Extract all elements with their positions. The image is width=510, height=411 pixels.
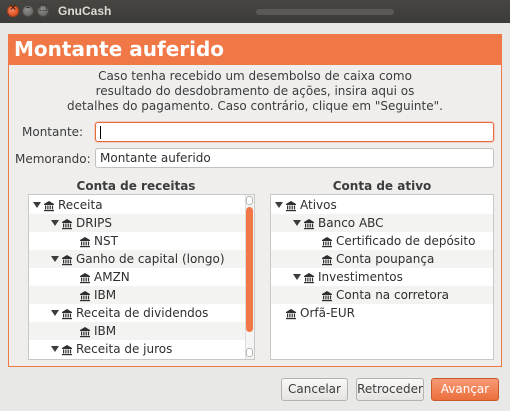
tree-row-label: DRIPS bbox=[76, 216, 112, 230]
tree-row[interactable]: Conta na corretora bbox=[271, 286, 493, 304]
bank-account-icon bbox=[61, 217, 73, 230]
bank-account-icon bbox=[285, 199, 297, 212]
tree-row[interactable]: Receita de dividendos bbox=[29, 304, 254, 322]
tree-row[interactable]: Ativos bbox=[271, 196, 493, 214]
expander-down-icon[interactable] bbox=[293, 274, 301, 280]
bank-account-icon bbox=[61, 253, 73, 266]
page-description: Caso tenha recebido um desembolso de cai… bbox=[0, 69, 510, 114]
next-button[interactable]: Avançar bbox=[431, 378, 499, 401]
gnucash-window: × – □ GnuCash Montante auferido Caso ten… bbox=[0, 0, 510, 411]
tree-row[interactable]: Ganho de capital (longo) bbox=[29, 250, 254, 268]
tree-row[interactable]: Receita bbox=[29, 196, 254, 214]
tree-row[interactable]: Receita de juros bbox=[29, 340, 254, 358]
tree-row[interactable]: NST bbox=[29, 232, 254, 250]
income-tree-scrollbar[interactable] bbox=[245, 195, 254, 359]
page-title: Montante auferido bbox=[14, 37, 225, 61]
tree-row-label: Receita de juros bbox=[76, 342, 173, 356]
expander-down-icon[interactable] bbox=[51, 220, 59, 226]
bank-account-icon bbox=[79, 325, 91, 338]
maximize-window-button[interactable]: □ bbox=[37, 3, 49, 17]
window-titlebar[interactable]: × – □ GnuCash bbox=[0, 0, 510, 23]
tree-row[interactable]: AMZN bbox=[29, 268, 254, 286]
scroll-down-button[interactable] bbox=[246, 348, 253, 357]
bank-account-icon bbox=[79, 235, 91, 248]
bank-account-icon bbox=[303, 217, 315, 230]
tree-row-label: Receita bbox=[58, 198, 103, 212]
bank-account-icon bbox=[321, 235, 333, 248]
minimize-icon: – bbox=[25, 3, 31, 13]
tree-row[interactable]: DRIPS bbox=[29, 214, 254, 232]
bank-account-icon bbox=[79, 271, 91, 284]
tree-row-label: IBM bbox=[94, 288, 117, 302]
expander-down-icon[interactable] bbox=[275, 202, 283, 208]
cancel-button[interactable]: Cancelar bbox=[281, 378, 348, 401]
asset-account-tree[interactable]: Ativos Banco ABC Certificado de depósito Co… bbox=[270, 194, 494, 360]
amount-input[interactable] bbox=[95, 122, 494, 142]
tree-row-label: Ativos bbox=[300, 198, 337, 212]
bank-account-icon bbox=[61, 343, 73, 356]
memo-label: Memorando: bbox=[15, 152, 91, 166]
expander-down-icon[interactable] bbox=[293, 220, 301, 226]
tree-row-label: Investimentos bbox=[318, 270, 403, 284]
tree-row[interactable]: Investimentos bbox=[271, 268, 493, 286]
tree-row[interactable]: IBM bbox=[29, 322, 254, 340]
asset-tree-header: Conta de ativo bbox=[332, 179, 432, 193]
tree-row[interactable]: Conta poupança bbox=[271, 250, 493, 268]
memo-input[interactable]: Montante auferido bbox=[95, 148, 494, 168]
minimize-window-button[interactable]: – bbox=[22, 3, 34, 17]
bank-account-icon bbox=[285, 307, 297, 320]
tree-row[interactable]: IBM bbox=[29, 286, 254, 304]
bank-account-icon bbox=[321, 253, 333, 266]
tree-row[interactable]: Banco ABC bbox=[271, 214, 493, 232]
expander-down-icon[interactable] bbox=[33, 202, 41, 208]
amount-label: Montante: bbox=[22, 125, 84, 139]
tree-row-label: Orfã-EUR bbox=[300, 306, 355, 320]
bank-account-icon bbox=[61, 307, 73, 320]
income-tree-header: Conta de receitas bbox=[76, 179, 196, 193]
description-line: resultado do desdobramento de ações, ins… bbox=[95, 84, 415, 98]
bank-account-icon bbox=[43, 199, 55, 212]
maximize-icon: □ bbox=[38, 3, 48, 13]
memo-value: Montante auferido bbox=[100, 151, 211, 165]
tree-row-label: Conta poupança bbox=[336, 252, 435, 266]
text-caret bbox=[100, 126, 101, 139]
blurred-title-region bbox=[256, 9, 394, 15]
close-window-button[interactable]: × bbox=[7, 3, 19, 17]
tree-row-label: AMZN bbox=[94, 270, 130, 284]
tree-row-label: Receita de dividendos bbox=[76, 306, 209, 320]
tree-row-label: Certificado de depósito bbox=[336, 234, 476, 248]
scrollbar-thumb[interactable] bbox=[246, 207, 253, 332]
tree-row-label: Conta na corretora bbox=[336, 288, 450, 302]
expander-down-icon[interactable] bbox=[51, 346, 59, 352]
window-title: GnuCash bbox=[58, 4, 112, 18]
income-account-tree[interactable]: Receita DRIPS NST Ganho de capital (longo) A… bbox=[28, 194, 255, 360]
bank-account-icon bbox=[321, 289, 333, 302]
description-line: detalhes do pagamento. Caso contrário, c… bbox=[67, 99, 443, 113]
description-line: Caso tenha recebido um desembolso de cai… bbox=[98, 69, 412, 83]
bank-account-icon bbox=[79, 289, 91, 302]
expander-down-icon[interactable] bbox=[51, 310, 59, 316]
scroll-up-button[interactable] bbox=[246, 196, 253, 205]
tree-row-label: NST bbox=[94, 234, 118, 248]
bank-account-icon bbox=[303, 271, 315, 284]
expander-down-icon[interactable] bbox=[51, 256, 59, 262]
tree-row[interactable]: Certificado de depósito bbox=[271, 232, 493, 250]
tree-row-label: IBM bbox=[94, 324, 117, 338]
tree-row[interactable]: Orfã-EUR bbox=[271, 304, 493, 322]
assistant-header: Montante auferido bbox=[8, 34, 502, 65]
back-button[interactable]: Retroceder bbox=[356, 378, 424, 401]
close-icon: × bbox=[9, 3, 17, 13]
tree-row-label: Ganho de capital (longo) bbox=[76, 252, 225, 266]
tree-row-label: Banco ABC bbox=[318, 216, 384, 230]
